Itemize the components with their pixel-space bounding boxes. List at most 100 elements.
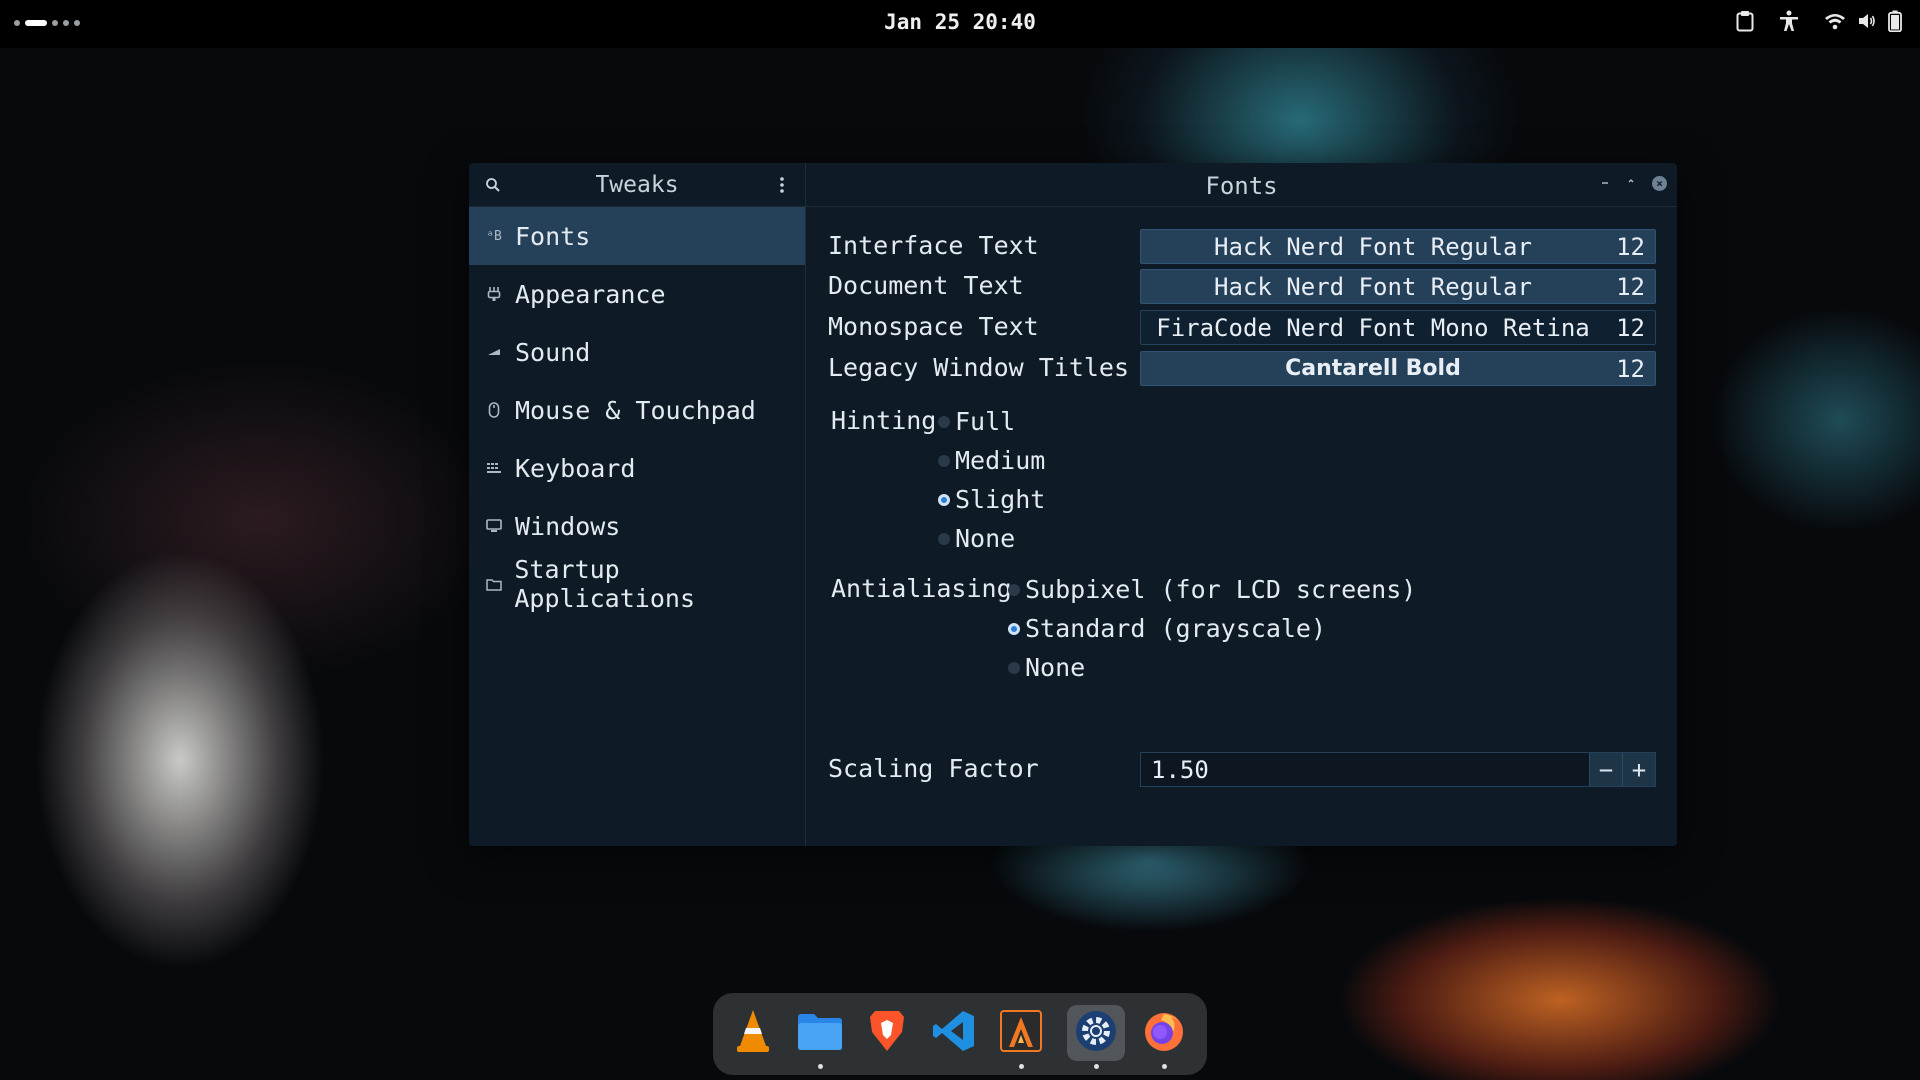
scaling-value[interactable]: 1.50 (1141, 756, 1589, 784)
font-name: Cantarell Bold (1285, 356, 1461, 381)
antialiasing-option-standard[interactable]: Standard (grayscale) (1008, 614, 1326, 643)
status-indicators[interactable] (1824, 10, 1902, 32)
dock (713, 993, 1207, 1075)
option-label: Subpixel (for LCD screens) (1025, 575, 1417, 604)
font-size: 12 (1616, 232, 1645, 261)
window-controls: × (1600, 175, 1667, 191)
scaling-factor-spinbutton[interactable]: 1.50 − + (1140, 752, 1656, 787)
dock-app-vscode[interactable] (928, 1005, 980, 1061)
antialiasing-label: Antialiasing (831, 574, 1012, 603)
tweaks-window: Tweaks ᵃB Fonts Appearance Sound Mouse &… (469, 163, 1677, 846)
radio-button[interactable] (938, 415, 950, 428)
sidebar-item-label: Windows (515, 511, 621, 541)
mouse-icon (485, 401, 503, 419)
document-text-label: Document Text (828, 271, 1024, 300)
font-name: Hack Nerd Font Regular (1214, 272, 1532, 301)
files-icon (796, 1011, 844, 1055)
increment-button[interactable]: + (1622, 753, 1655, 786)
sidebar-item-appearance[interactable]: Appearance (469, 265, 805, 323)
maximize-icon[interactable] (1626, 175, 1636, 191)
dock-app-tweaks[interactable] (1067, 1005, 1125, 1069)
sidebar-item-sound[interactable]: Sound (469, 323, 805, 381)
brave-icon (866, 1008, 908, 1058)
sidebar-item-label: Fonts (515, 221, 591, 251)
option-label: None (955, 524, 1016, 553)
font-size: 12 (1616, 272, 1645, 301)
accessibility-icon[interactable] (1778, 10, 1800, 32)
font-name: FiraCode Nerd Font Mono Retina (1156, 313, 1590, 342)
windows-icon (485, 517, 503, 535)
alacritty-icon (999, 1009, 1043, 1057)
monospace-text-label: Monospace Text (828, 312, 1039, 341)
antialiasing-option-subpixel[interactable]: Subpixel (for LCD screens) (1008, 575, 1416, 604)
sidebar-item-keyboard[interactable]: Keyboard (469, 439, 805, 497)
page-title: Fonts (1205, 172, 1278, 200)
folder-icon (485, 575, 502, 593)
font-size: 12 (1616, 354, 1645, 383)
option-label: Slight (955, 485, 1046, 514)
battery-icon (1888, 10, 1902, 32)
scaling-factor-label: Scaling Factor (828, 754, 1039, 783)
vlc-icon (732, 1008, 774, 1058)
main-panel: Fonts × Interface Text Hack Nerd Font Re… (806, 163, 1677, 846)
running-indicator (1094, 1064, 1099, 1069)
interface-text-label: Interface Text (828, 231, 1039, 260)
tweaks-icon (1074, 1009, 1118, 1057)
radio-button-selected[interactable] (1008, 622, 1020, 635)
hinting-label: Hinting (831, 406, 937, 435)
sidebar-item-fonts[interactable]: ᵃB Fonts (469, 207, 805, 265)
dock-app-brave[interactable] (861, 1005, 913, 1061)
dock-app-vlc[interactable] (727, 1005, 779, 1061)
radio-button[interactable] (938, 454, 950, 467)
sidebar-item-label: Keyboard (515, 453, 636, 483)
option-label: None (1025, 653, 1086, 682)
font-name: Hack Nerd Font Regular (1214, 232, 1532, 261)
monospace-font-button[interactable]: FiraCode Nerd Font Mono Retina 12 (1140, 310, 1656, 345)
sidebar-item-label: Mouse & Touchpad (515, 395, 756, 425)
clipboard-icon[interactable] (1736, 10, 1754, 32)
hinting-option-full[interactable]: Full (938, 407, 1015, 436)
hinting-option-slight[interactable]: Slight (938, 485, 1045, 514)
firefox-icon (1141, 1008, 1187, 1058)
fonts-icon: ᵃB (486, 228, 502, 244)
legacy-window-titles-label: Legacy Window Titles (828, 353, 1130, 382)
font-size: 12 (1616, 313, 1645, 342)
running-indicator (818, 1064, 823, 1069)
decrement-button[interactable]: − (1589, 753, 1622, 786)
close-icon[interactable]: × (1652, 175, 1667, 191)
radio-button[interactable] (1008, 661, 1020, 674)
sidebar-item-startup-applications[interactable]: Startup Applications (469, 555, 805, 613)
hinting-option-medium[interactable]: Medium (938, 446, 1045, 475)
kebab-menu-icon[interactable] (779, 175, 785, 199)
sidebar-item-label: Sound (515, 337, 591, 367)
sidebar-title: Tweaks (595, 172, 679, 198)
clock[interactable]: Jan 25 20:40 (0, 10, 1920, 34)
radio-button[interactable] (938, 532, 950, 545)
antialiasing-option-none[interactable]: None (1008, 653, 1085, 682)
radio-button-selected[interactable] (938, 493, 950, 506)
dock-app-firefox[interactable] (1138, 1005, 1190, 1069)
sound-icon (485, 343, 503, 361)
system-tray[interactable] (1736, 10, 1902, 32)
radio-button[interactable] (1008, 583, 1020, 596)
option-label: Medium (955, 446, 1046, 475)
running-indicator (1019, 1064, 1024, 1069)
sidebar-header: Tweaks (469, 163, 805, 207)
header-bar: Fonts × (806, 163, 1677, 207)
minimize-icon[interactable] (1600, 175, 1610, 191)
wifi-icon (1824, 12, 1846, 30)
interface-font-button[interactable]: Hack Nerd Font Regular 12 (1140, 229, 1656, 264)
dock-app-files[interactable] (794, 1005, 846, 1069)
sidebar-item-label: Startup Applications (514, 555, 695, 613)
top-bar: Jan 25 20:40 (0, 0, 1920, 48)
dock-app-alacritty[interactable] (995, 1005, 1047, 1069)
sidebar-item-windows[interactable]: Windows (469, 497, 805, 555)
hinting-option-none[interactable]: None (938, 524, 1015, 553)
legacy-titles-font-button[interactable]: Cantarell Bold 12 (1140, 351, 1656, 386)
keyboard-icon (485, 459, 503, 477)
vscode-icon (932, 1009, 976, 1057)
document-font-button[interactable]: Hack Nerd Font Regular 12 (1140, 269, 1656, 304)
volume-icon (1858, 12, 1876, 30)
sidebar-item-mouse-touchpad[interactable]: Mouse & Touchpad (469, 381, 805, 439)
sidebar-list: ᵃB Fonts Appearance Sound Mouse & Touchp… (469, 207, 805, 613)
